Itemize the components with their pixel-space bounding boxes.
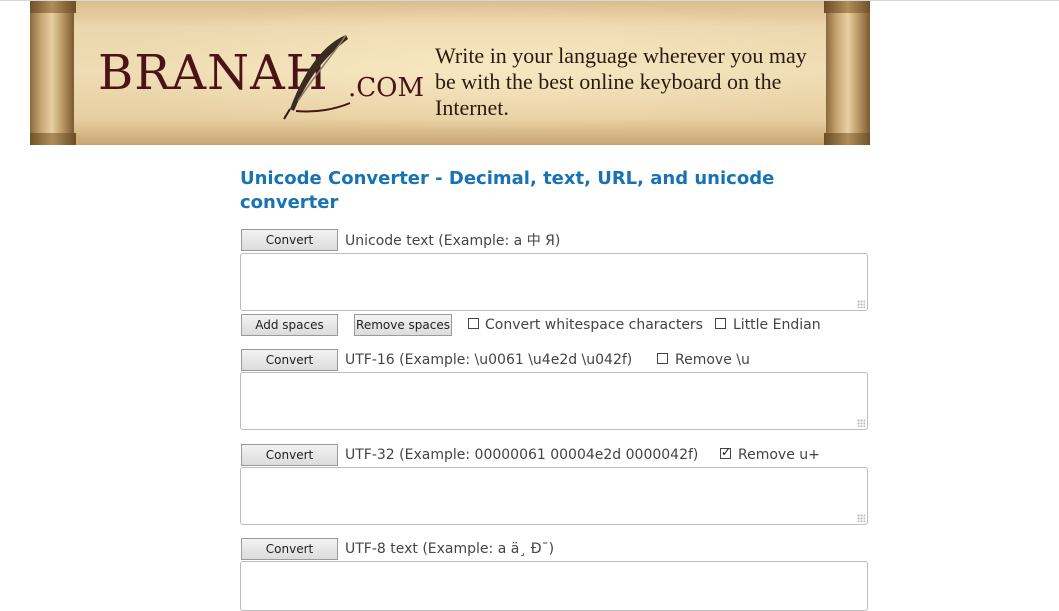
unicode-text-input[interactable]: [240, 253, 868, 311]
remove-u-plus-label: Remove u+: [738, 447, 820, 463]
site-banner[interactable]: BRANAH .COM Write in your language where…: [30, 1, 870, 145]
resize-grip-icon[interactable]: [857, 514, 865, 522]
remove-backslash-u-label: Remove \u: [675, 352, 750, 368]
page-title: Unicode Converter - Decimal, text, URL, …: [240, 168, 775, 213]
resize-grip-icon[interactable]: [857, 419, 865, 427]
utf8-input[interactable]: [240, 561, 868, 611]
utf32-label: UTF-32 (Example: 00000061 00004e2d 00000…: [345, 447, 699, 463]
utf8-label: UTF-8 text (Example: a ä¸ Ð¯): [345, 541, 555, 557]
site-tagline: Write in your language wherever you may …: [435, 43, 807, 120]
scroll-cap-bottom-left: [30, 133, 76, 145]
remove-backslash-u-checkbox[interactable]: [657, 353, 668, 364]
unicode-text-label: Unicode text (Example: a 中 Я): [345, 233, 561, 249]
convert-utf32-button[interactable]: Convert: [241, 444, 338, 466]
scroll-cap-top-right: [824, 1, 870, 13]
scroll-cap-bottom-right: [824, 133, 870, 145]
scroll-left-roll: [30, 1, 76, 145]
remove-u-plus-checkbox[interactable]: [720, 445, 731, 459]
utf16-label: UTF-16 (Example: \u0061 \u4e2d \u042f): [345, 352, 633, 368]
scroll-right-roll: [824, 1, 870, 145]
quill-icon: [283, 34, 351, 120]
utf32-input[interactable]: [240, 467, 868, 525]
resize-grip-icon[interactable]: [857, 300, 865, 308]
little-endian-label: Little Endian: [733, 317, 821, 333]
remove-spaces-button[interactable]: Remove spaces: [354, 314, 452, 336]
convert-whitespace-checkbox[interactable]: [468, 318, 479, 329]
site-logo-suffix: .COM: [348, 73, 425, 103]
convert-unicode-text-button[interactable]: Convert: [241, 229, 338, 251]
scroll-cap-top-left: [30, 1, 76, 13]
convert-whitespace-label: Convert whitespace characters: [485, 317, 703, 333]
add-spaces-button[interactable]: Add spaces: [241, 314, 338, 336]
utf16-input[interactable]: [240, 372, 868, 430]
little-endian-checkbox[interactable]: [715, 318, 726, 329]
convert-utf16-button[interactable]: Convert: [241, 349, 338, 371]
convert-utf8-button[interactable]: Convert: [241, 538, 338, 560]
